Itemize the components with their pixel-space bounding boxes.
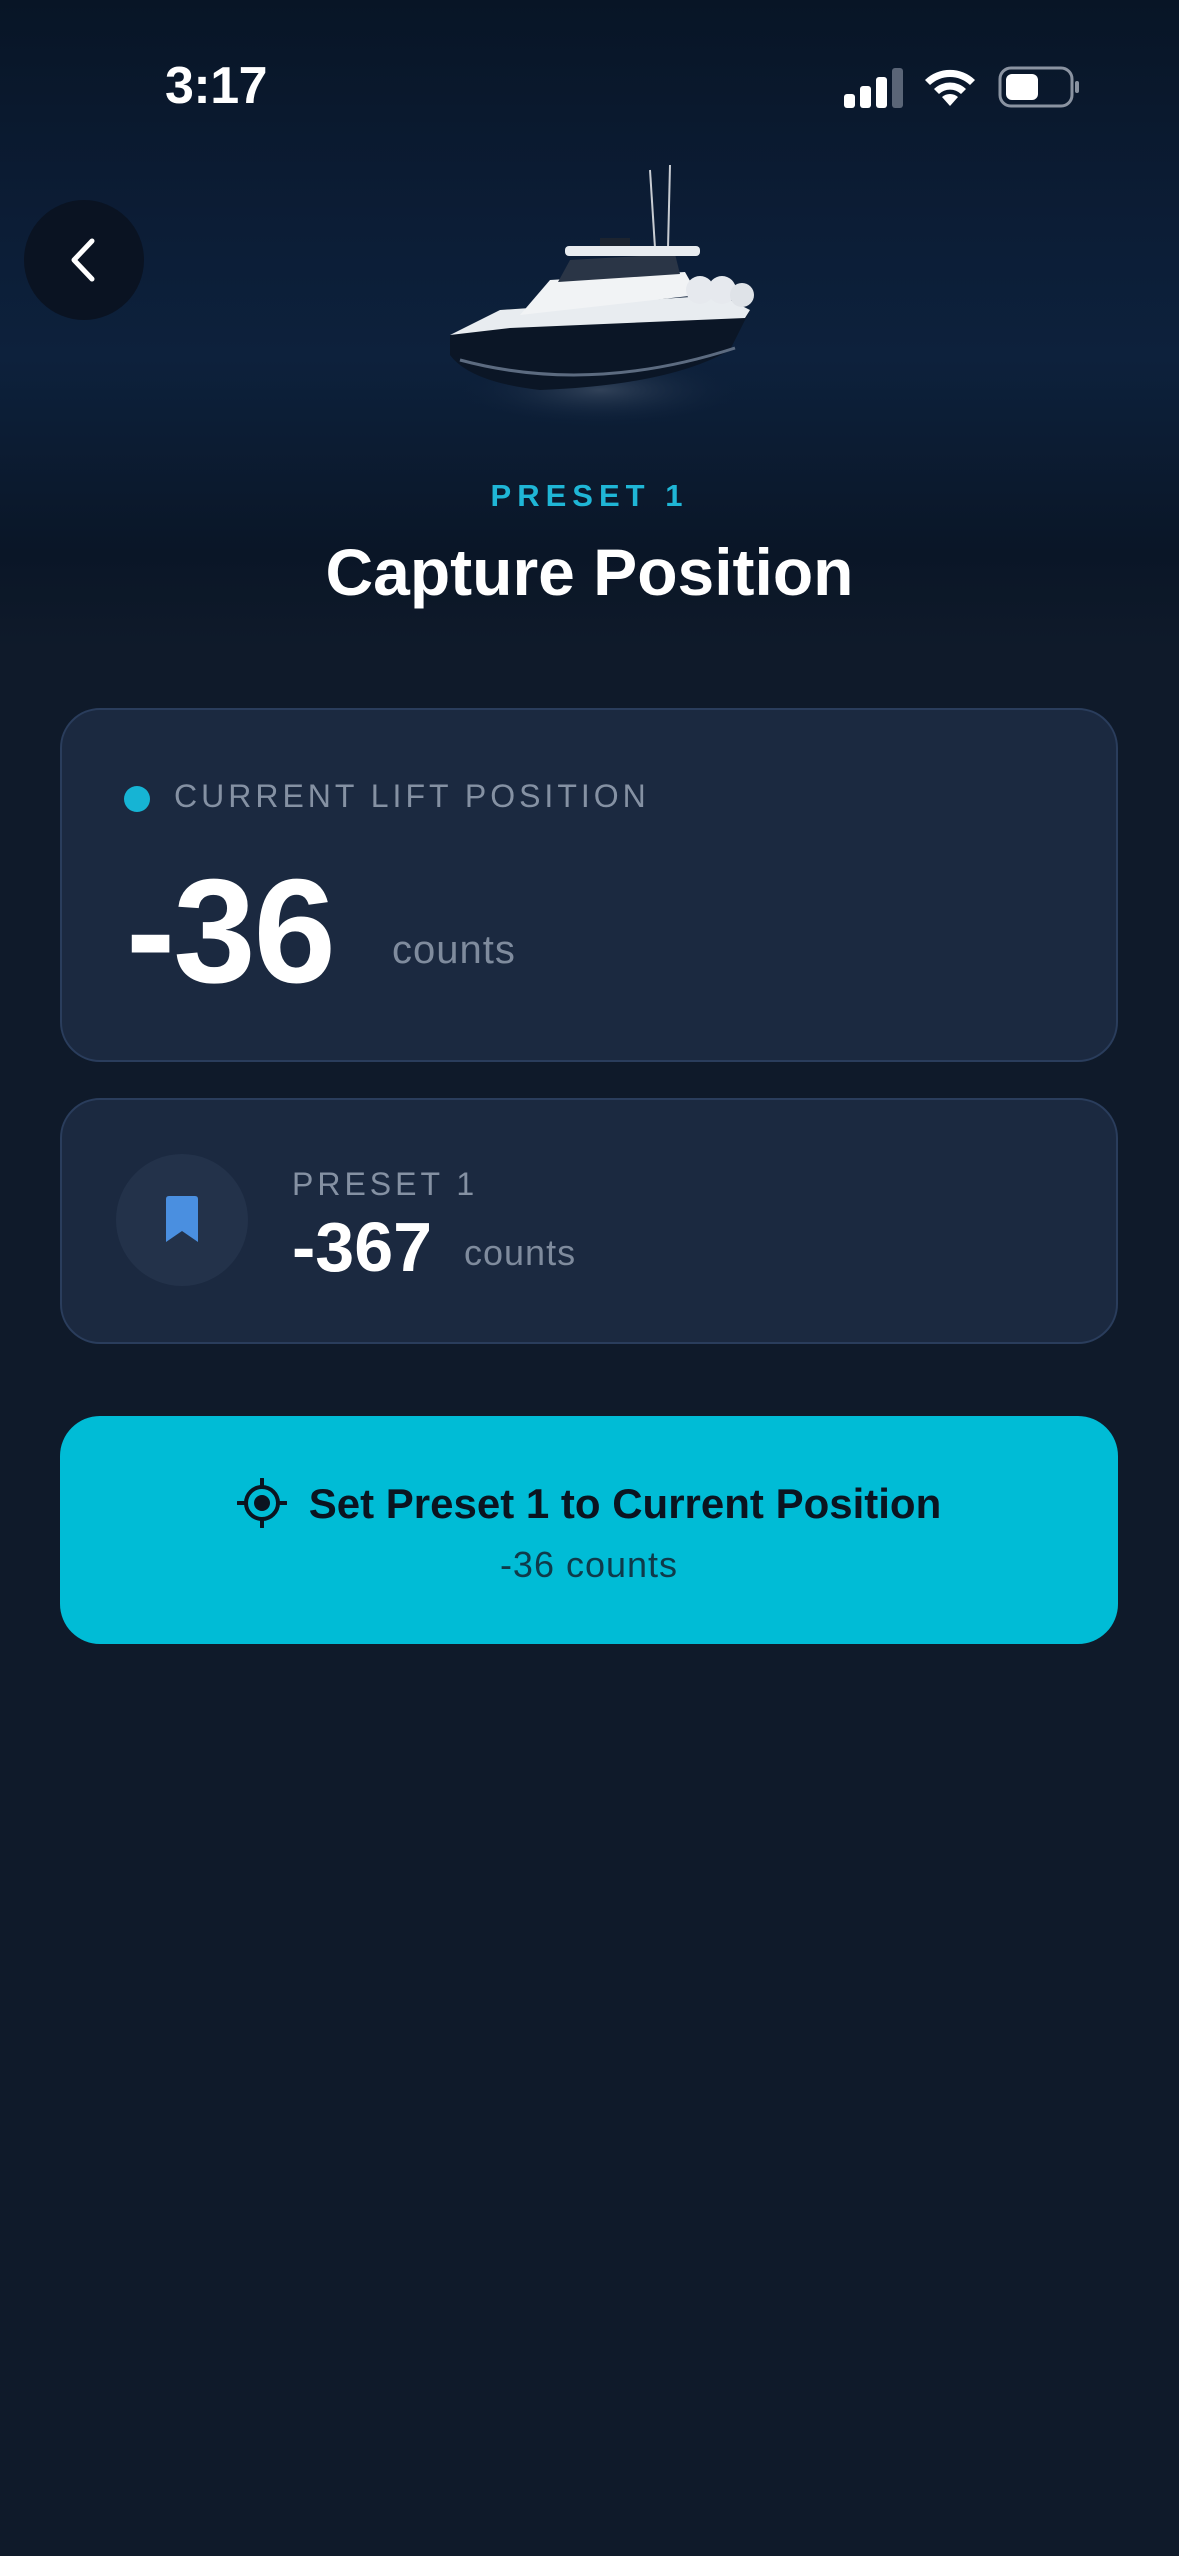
target-icon — [236, 1478, 287, 1528]
chevron-left-icon — [71, 238, 95, 282]
set-preset-button-sublabel: -36 counts — [499, 1544, 679, 1585]
battery-icon — [998, 66, 1079, 108]
preset-card-unit: counts — [464, 1232, 577, 1273]
current-position-unit: counts — [392, 928, 516, 972]
current-position-card: CURRENT LIFT POSITION -36 counts — [60, 708, 1118, 1062]
preset-label: PRESET 1 — [490, 478, 689, 513]
current-position-label: CURRENT LIFT POSITION — [174, 778, 650, 814]
status-time: 3:17 — [165, 57, 268, 115]
back-button[interactable] — [24, 200, 144, 320]
page-title: Capture Position — [325, 535, 854, 609]
status-bar: 3:17 — [0, 0, 1179, 160]
set-preset-button[interactable]: Set Preset 1 to Current Position -36 cou… — [60, 1416, 1118, 1644]
set-preset-button-label: Set Preset 1 to Current Position — [308, 1480, 942, 1527]
preset-card-value: -367 — [292, 1208, 433, 1286]
cellular-signal-icon — [844, 68, 903, 108]
preset-card: PRESET 1 -367 counts — [60, 1098, 1118, 1344]
status-dot — [124, 786, 150, 812]
boat-image — [450, 164, 754, 426]
current-position-value: -36 — [126, 849, 336, 1014]
bookmark-icon — [166, 1196, 198, 1242]
wifi-icon — [925, 69, 975, 106]
preset-card-label: PRESET 1 — [292, 1166, 479, 1202]
bookmark-badge — [116, 1154, 248, 1286]
